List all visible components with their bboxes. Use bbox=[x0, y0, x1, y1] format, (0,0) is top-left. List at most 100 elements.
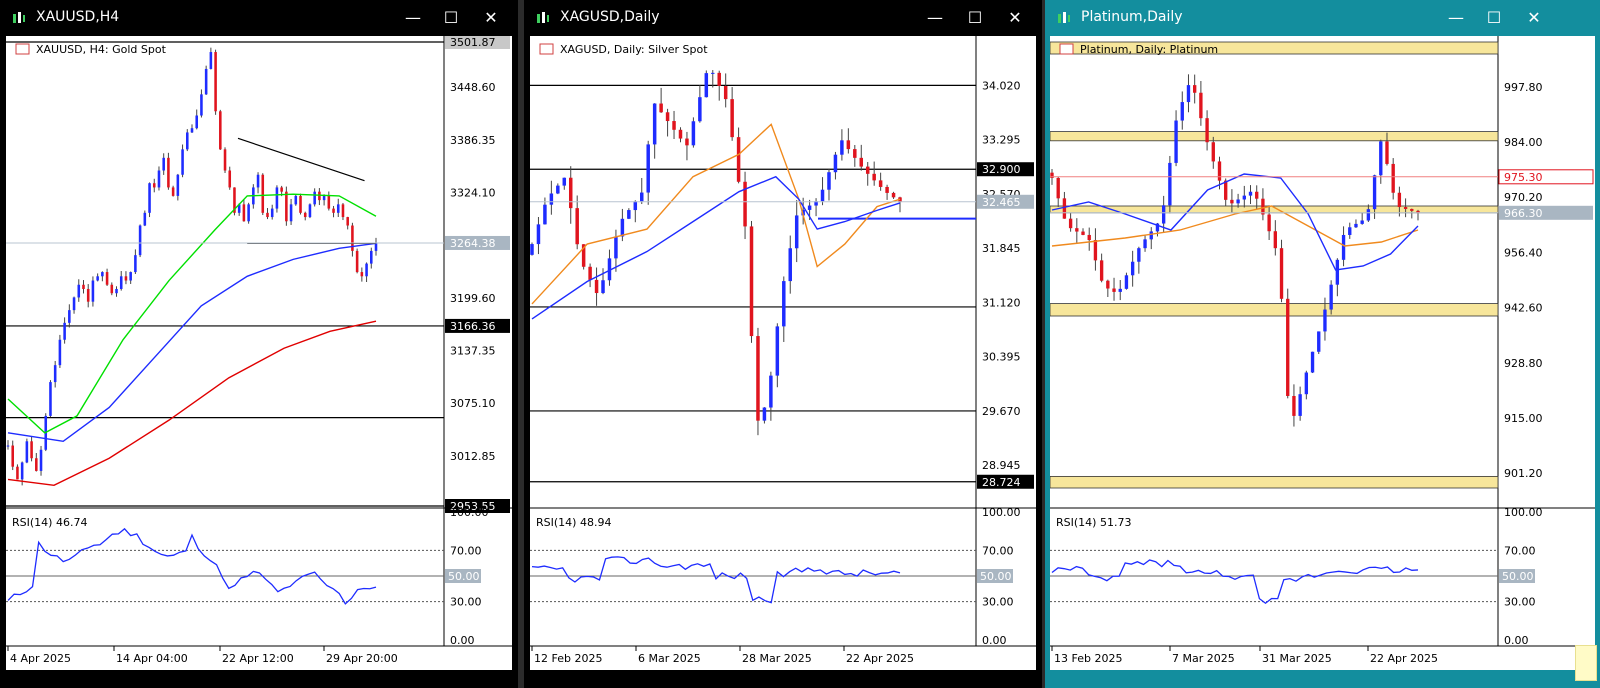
candle-body bbox=[678, 129, 683, 139]
candle-body bbox=[35, 458, 38, 471]
candle-body bbox=[1273, 231, 1277, 249]
price-label-text: 3264.38 bbox=[450, 237, 496, 250]
candle-body bbox=[730, 99, 734, 138]
candle-body bbox=[1075, 228, 1079, 232]
chart-window-xauusd[interactable]: XAUUSD,H4 — ☐ ✕ XAUUSD, H4: Gold Spot 344… bbox=[0, 0, 518, 688]
minimize-button[interactable]: — bbox=[1441, 6, 1471, 30]
minimize-button[interactable]: — bbox=[920, 6, 950, 30]
price-label-text: 3501.87 bbox=[450, 36, 496, 49]
chart-svg[interactable]: XAUUSD, H4: Gold Spot 3448.60 3386.35 3324.… bbox=[6, 36, 512, 670]
close-button[interactable]: ✕ bbox=[1000, 6, 1030, 30]
chart-svg[interactable]: Platinum, Daily: Platinum 997.80 984.00 970… bbox=[1050, 36, 1595, 670]
candle-body bbox=[659, 103, 663, 113]
candle-body bbox=[148, 183, 151, 213]
time-tick-label: 22 Apr 2025 bbox=[846, 652, 914, 665]
candle-body bbox=[1397, 192, 1402, 208]
rsi-line bbox=[7, 527, 377, 605]
candle-body bbox=[749, 226, 754, 337]
chart-canvas[interactable]: XAUUSD, H4: Gold Spot 3448.60 3386.35 3324.… bbox=[6, 36, 512, 670]
price-tick-label: 942.60 bbox=[1504, 302, 1543, 315]
candle-body bbox=[859, 157, 864, 167]
close-button[interactable]: ✕ bbox=[1519, 6, 1549, 30]
chart-title: XAUUSD, H4: Gold Spot bbox=[36, 43, 167, 56]
candle-body bbox=[365, 263, 368, 277]
time-tick-label: 7 Mar 2025 bbox=[1172, 652, 1235, 665]
candle-body bbox=[336, 204, 340, 213]
price-label-text: 3166.36 bbox=[450, 320, 496, 333]
candle-body bbox=[846, 140, 851, 150]
candle-body bbox=[1174, 120, 1178, 163]
candle-body bbox=[39, 449, 43, 471]
price-tick-label: 901.20 bbox=[1504, 467, 1543, 480]
maximize-button[interactable]: ☐ bbox=[1479, 6, 1509, 30]
candle-body bbox=[672, 121, 676, 130]
rsi-tick-label: 0.00 bbox=[982, 634, 1007, 647]
window-titlebar[interactable]: Platinum,Daily — ☐ ✕ bbox=[1045, 0, 1600, 36]
candle-body bbox=[769, 375, 773, 408]
candle-body bbox=[1366, 209, 1371, 221]
support-resistance-zone bbox=[1050, 475, 1499, 489]
candle-body bbox=[1379, 141, 1383, 176]
candle-body bbox=[627, 210, 631, 219]
candle-body bbox=[299, 195, 302, 213]
candle-body bbox=[171, 187, 175, 196]
chart-window-xagusd[interactable]: XAGUSD,Daily — ☐ ✕ XAGUSD, Daily: Silver… bbox=[524, 0, 1042, 688]
candle-body bbox=[756, 336, 760, 421]
chart-canvas[interactable]: XAGUSD, Daily: Silver Spot 34.020 33.295 32… bbox=[530, 36, 1036, 670]
candle-body bbox=[242, 204, 246, 222]
candle-body bbox=[138, 225, 142, 256]
maximize-button[interactable]: ☐ bbox=[436, 6, 466, 30]
maximize-button[interactable]: ☐ bbox=[960, 6, 990, 30]
candle-body bbox=[685, 138, 689, 146]
rsi-tick-label: 100.00 bbox=[450, 506, 489, 519]
price-tick-label: 970.20 bbox=[1504, 191, 1543, 204]
candle-body bbox=[308, 204, 312, 218]
chart-canvas[interactable]: Platinum, Daily: Platinum 997.80 984.00 970… bbox=[1050, 36, 1595, 670]
price-label-text: 32.465 bbox=[982, 196, 1021, 209]
support-resistance-zone bbox=[1050, 303, 1499, 317]
candle-body bbox=[1255, 191, 1259, 199]
candle-body bbox=[77, 284, 81, 298]
window-titlebar[interactable]: XAUUSD,H4 — ☐ ✕ bbox=[0, 0, 518, 36]
candle-body bbox=[247, 204, 250, 222]
candle-body bbox=[53, 365, 57, 383]
candle-body bbox=[1372, 175, 1377, 210]
chart-app-icon bbox=[1058, 12, 1070, 23]
candle-body bbox=[872, 173, 876, 181]
minimize-button[interactable]: — bbox=[398, 6, 428, 30]
candle-body bbox=[543, 204, 547, 225]
candle-body bbox=[1385, 141, 1389, 164]
candle-body bbox=[101, 272, 104, 277]
candle-body bbox=[614, 236, 618, 259]
resize-grip[interactable] bbox=[1575, 645, 1597, 681]
chart-svg[interactable]: XAGUSD, Daily: Silver Spot 34.020 33.295 32… bbox=[530, 36, 1036, 670]
candle-body bbox=[711, 72, 715, 74]
candle-body bbox=[840, 140, 844, 155]
candle-body bbox=[143, 212, 147, 226]
candle-body bbox=[1137, 248, 1141, 262]
candle-body bbox=[270, 208, 274, 218]
time-tick-label: 22 Apr 12:00 bbox=[222, 652, 294, 665]
close-button[interactable]: ✕ bbox=[476, 6, 506, 30]
price-tick-label: 915.00 bbox=[1504, 412, 1543, 425]
window-titlebar[interactable]: XAGUSD,Daily — ☐ ✕ bbox=[524, 0, 1042, 36]
rsi-tick-label: 50.00 bbox=[448, 570, 480, 583]
candle-body bbox=[736, 137, 741, 182]
price-tick-label: 997.80 bbox=[1504, 81, 1543, 94]
candle-body bbox=[788, 248, 792, 282]
candle-body bbox=[549, 193, 554, 205]
candle-body bbox=[275, 187, 279, 209]
time-tick-label: 6 Mar 2025 bbox=[638, 652, 701, 665]
candle-body bbox=[82, 284, 85, 289]
candle-body bbox=[1124, 275, 1129, 289]
price-tick-label: 3137.35 bbox=[450, 344, 496, 357]
candle-body bbox=[374, 243, 378, 251]
candle-body bbox=[807, 205, 812, 210]
candle-body bbox=[794, 215, 799, 249]
price-tick-label: 956.40 bbox=[1504, 246, 1543, 259]
candle-body bbox=[588, 266, 592, 280]
chart-app-icon bbox=[537, 12, 549, 23]
chart-window-platinum[interactable]: Platinum,Daily — ☐ ✕ Platinum, Daily: Pl… bbox=[1045, 0, 1600, 688]
candle-body bbox=[1217, 161, 1222, 181]
candle-body bbox=[646, 144, 650, 193]
